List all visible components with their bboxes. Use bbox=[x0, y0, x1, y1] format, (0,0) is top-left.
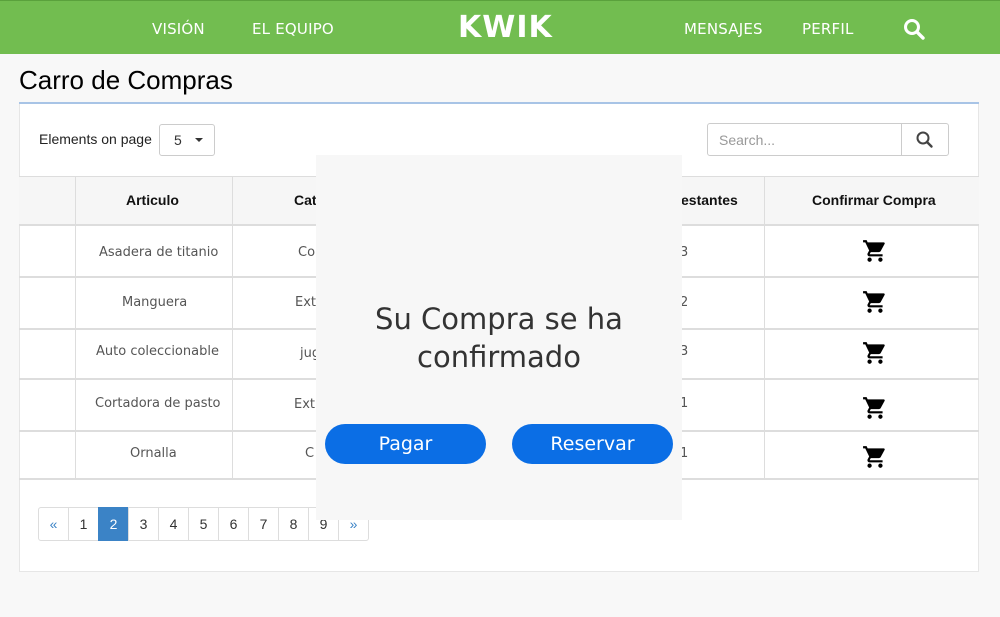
nav-vision[interactable]: VISIÓN bbox=[152, 20, 205, 38]
search-button[interactable] bbox=[901, 124, 949, 155]
shopping-cart-icon[interactable] bbox=[862, 395, 888, 421]
cell-articulo: Manguera bbox=[122, 295, 188, 310]
shopping-cart-icon[interactable] bbox=[862, 289, 888, 315]
header-confirmar-compra[interactable]: Confirmar Compra bbox=[812, 192, 936, 208]
header-restantes[interactable]: estantes bbox=[681, 192, 738, 208]
cell-articulo: Auto coleccionable bbox=[96, 344, 219, 359]
pagination-page[interactable]: 6 bbox=[218, 507, 249, 541]
nav-mensajes[interactable]: MENSAJES bbox=[684, 20, 763, 38]
table-border bbox=[764, 176, 765, 479]
pagination-page[interactable]: 3 bbox=[128, 507, 159, 541]
modal-message: Su Compra se ha confirmado bbox=[375, 302, 623, 374]
pagination-page[interactable]: 7 bbox=[248, 507, 279, 541]
nav-perfil[interactable]: PERFIL bbox=[802, 20, 854, 38]
cell-articulo: Ornalla bbox=[130, 446, 177, 461]
pagination-page-current[interactable]: 2 bbox=[98, 507, 129, 541]
cell-articulo: Cortadora de pasto bbox=[95, 396, 221, 411]
elements-on-page-value: 5 bbox=[174, 132, 182, 148]
top-navbar: VISIÓN EL EQUIPO KWIK MENSAJES PERFIL bbox=[0, 0, 1000, 54]
page-title: Carro de Compras bbox=[19, 65, 233, 95]
reservar-button[interactable]: Reservar bbox=[512, 424, 673, 464]
shopping-cart-icon[interactable] bbox=[862, 340, 888, 366]
pagar-button[interactable]: Pagar bbox=[325, 424, 486, 464]
shopping-cart-icon[interactable] bbox=[862, 444, 888, 470]
elements-on-page-label: Elements on page bbox=[39, 131, 152, 147]
cell-categoria: Ext bbox=[295, 295, 317, 310]
pagination-page[interactable]: 5 bbox=[188, 507, 219, 541]
cell-categoria: Co bbox=[298, 245, 316, 260]
table-border bbox=[232, 176, 233, 479]
cell-categoria: Ext bbox=[294, 397, 316, 412]
caret-down-icon bbox=[195, 138, 203, 142]
pagination-page[interactable]: 8 bbox=[278, 507, 309, 541]
purchase-confirmed-modal: Su Compra se ha confirmado Pagar Reserva… bbox=[316, 155, 682, 520]
search-icon bbox=[916, 131, 933, 148]
brand-logo[interactable]: KWIK bbox=[458, 10, 553, 46]
nav-el-equipo[interactable]: EL EQUIPO bbox=[252, 20, 334, 38]
header-categoria[interactable]: Cat bbox=[294, 192, 317, 208]
search-icon[interactable] bbox=[903, 18, 925, 40]
cell-articulo: Asadera de titanio bbox=[99, 245, 219, 260]
shopping-cart-icon[interactable] bbox=[862, 238, 888, 264]
pagination-prev[interactable]: « bbox=[38, 507, 69, 541]
cell-categoria: C bbox=[305, 446, 315, 461]
table-search bbox=[707, 123, 949, 156]
pagination-page[interactable]: 1 bbox=[68, 507, 99, 541]
table-border bbox=[75, 176, 76, 479]
header-articulo[interactable]: Articulo bbox=[126, 192, 179, 208]
elements-on-page-select[interactable]: 5 bbox=[159, 124, 215, 156]
pagination-page[interactable]: 4 bbox=[158, 507, 189, 541]
search-input[interactable] bbox=[708, 124, 900, 155]
